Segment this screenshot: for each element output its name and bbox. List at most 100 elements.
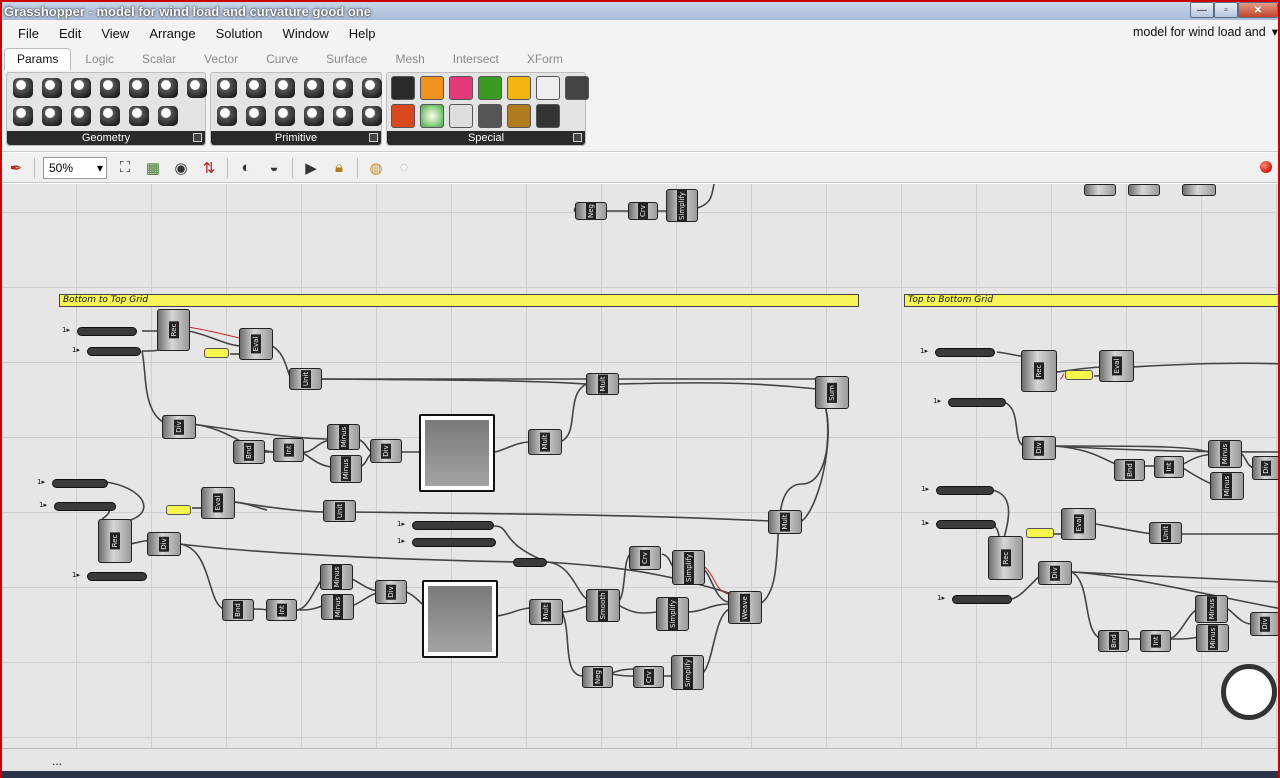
text-tag-icon[interactable] [419, 76, 445, 100]
input-param[interactable]: 1▸ [397, 520, 494, 530]
graph-icon[interactable] [506, 76, 532, 100]
component-node[interactable]: Minus [321, 594, 354, 620]
tab-vector[interactable]: Vector [190, 52, 252, 70]
input-param[interactable]: 1▸ [72, 346, 141, 356]
component-node[interactable]: Int [266, 599, 297, 621]
interval2-param-icon[interactable] [301, 104, 327, 128]
tab-intersect[interactable]: Intersect [439, 52, 513, 70]
integer-param-icon[interactable] [330, 76, 356, 100]
component-node[interactable]: Bnd [233, 440, 265, 464]
graph-mapper[interactable] [419, 414, 495, 492]
component-node[interactable]: Div [1250, 612, 1278, 636]
component-node[interactable] [1128, 184, 1160, 196]
document-selector[interactable]: model for wind load and ▾ [1133, 24, 1278, 40]
record-icon[interactable] [1260, 161, 1272, 173]
menu-edit[interactable]: Edit [49, 26, 91, 41]
string-param-icon[interactable] [359, 76, 385, 100]
input-param[interactable]: 1▸ [937, 594, 1012, 604]
shader-param-icon[interactable] [330, 104, 356, 128]
align-icon[interactable]: ⇅ [198, 157, 220, 179]
tab-mesh[interactable]: Mesh [381, 52, 438, 70]
component-node[interactable]: Simplify [672, 550, 705, 585]
component-node[interactable]: Minus [1195, 595, 1228, 623]
mesh-param-icon[interactable] [97, 104, 123, 128]
navigation-ring-icon[interactable] [1221, 664, 1277, 720]
component-node[interactable]: Minus [1210, 472, 1244, 500]
number-slider[interactable] [1026, 528, 1054, 538]
tab-xform[interactable]: XForm [513, 52, 577, 70]
component-node[interactable]: Crv [628, 202, 658, 220]
component-node[interactable]: Div [162, 415, 196, 439]
tab-params[interactable]: Params [4, 48, 72, 70]
colour-param-icon[interactable] [243, 76, 269, 100]
component-node[interactable]: Simplify [656, 597, 689, 631]
input-param[interactable]: 1▸ [39, 501, 116, 511]
interval-param-icon[interactable] [301, 76, 327, 100]
arc-param-icon[interactable] [68, 76, 94, 100]
input-param[interactable]: 1▸ [62, 326, 137, 336]
component-node[interactable]: Mult [528, 429, 562, 455]
component-node[interactable]: Sum [815, 376, 849, 409]
close-button[interactable]: ✕ [1238, 2, 1278, 18]
component-node[interactable]: Eval [1061, 508, 1096, 540]
menu-file[interactable]: File [2, 26, 49, 41]
component-node[interactable]: Mult [529, 599, 563, 625]
component-node[interactable]: Crv [633, 666, 664, 688]
component-node[interactable] [1182, 184, 1216, 196]
box-param-icon[interactable] [10, 104, 36, 128]
number-slider[interactable] [1065, 370, 1093, 380]
component-node[interactable]: Crv [629, 546, 661, 570]
time-param-icon[interactable] [359, 104, 385, 128]
circle-param-icon[interactable] [39, 76, 65, 100]
boolean-param-icon[interactable] [214, 76, 240, 100]
tab-scalar[interactable]: Scalar [128, 52, 190, 70]
component-node[interactable]: Minus [1196, 624, 1229, 652]
component-node[interactable]: Eval [1099, 350, 1134, 382]
menu-help[interactable]: Help [339, 26, 386, 41]
expand-icon[interactable] [369, 133, 378, 142]
component-node[interactable]: Div [375, 580, 407, 604]
component-node[interactable]: Unit [323, 500, 356, 522]
component-node[interactable] [1084, 184, 1116, 196]
menu-arrange[interactable]: Arrange [139, 26, 205, 41]
component-node[interactable]: Minus [327, 424, 360, 450]
component-node[interactable]: Div [1252, 456, 1278, 480]
plane-param-icon[interactable] [68, 104, 94, 128]
geometry-param-icon[interactable] [126, 104, 152, 128]
component-node[interactable]: Div [1038, 561, 1072, 585]
component-node[interactable]: Int [1140, 630, 1171, 652]
component-node[interactable]: Neg [582, 666, 613, 688]
zoom-extents-icon[interactable]: ⛶ [114, 157, 136, 179]
surface-param-icon[interactable] [126, 76, 152, 100]
input-param[interactable]: 1▸ [921, 485, 994, 495]
zoom-select[interactable]: 50% ▾ [43, 156, 107, 179]
tab-curve[interactable]: Curve [252, 52, 312, 70]
bake-icon[interactable]: ◍ [365, 157, 387, 179]
complex-param-icon[interactable] [214, 104, 240, 128]
component-node[interactable]: Mult [586, 373, 619, 395]
point-param-icon[interactable] [10, 76, 36, 100]
rhino-icon[interactable]: ✒ [5, 157, 27, 179]
maximize-button[interactable]: ▫ [1214, 2, 1238, 18]
input-param[interactable]: 1▸ [72, 571, 147, 581]
component-node[interactable]: Div [370, 439, 402, 463]
id-param-icon[interactable] [272, 76, 298, 100]
component-node[interactable]: Rec [1021, 350, 1057, 392]
tab-logic[interactable]: Logic [71, 52, 128, 70]
component-node[interactable]: Weave [728, 591, 762, 624]
menu-solution[interactable]: Solution [206, 26, 273, 41]
group-param-icon[interactable] [155, 104, 181, 128]
tab-surface[interactable]: Surface [312, 52, 381, 70]
expand-icon[interactable] [193, 133, 202, 142]
download-icon[interactable] [477, 104, 503, 128]
scribble-icon[interactable] [535, 76, 561, 100]
input-param[interactable]: 1▸ [920, 347, 995, 357]
gradient-icon[interactable] [419, 104, 445, 128]
component-node[interactable]: Unit [289, 368, 322, 390]
component-node[interactable]: Neg [575, 202, 607, 220]
component-node[interactable]: Rec [988, 536, 1023, 580]
component-node[interactable]: Minus [330, 455, 362, 483]
input-param[interactable]: 1▸ [37, 478, 108, 488]
component-node[interactable]: Rec [98, 519, 132, 563]
component-node[interactable]: Simplify [666, 189, 698, 222]
